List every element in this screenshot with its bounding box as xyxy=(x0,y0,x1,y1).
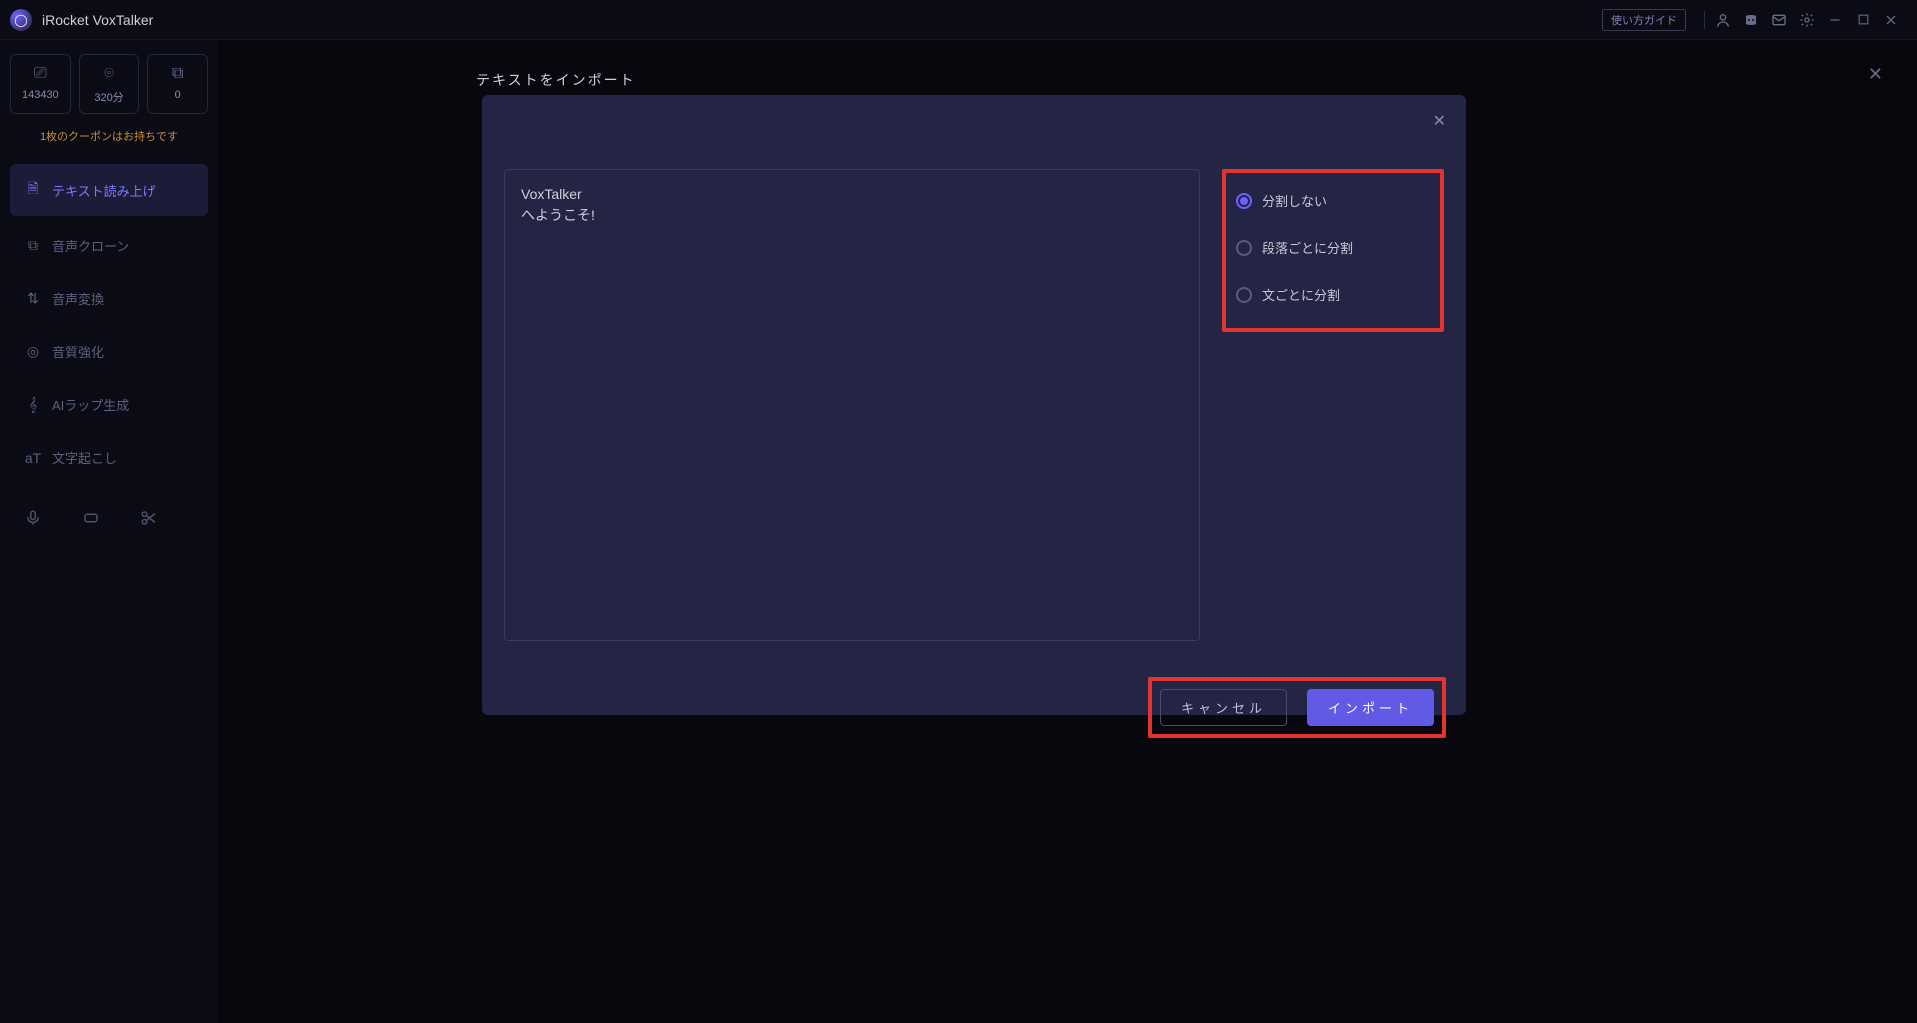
stat-chars-icon: ⎚ xyxy=(15,65,66,83)
modal-close-outer-icon[interactable]: ✕ xyxy=(1868,64,1883,85)
import-text-modal: ✕ VoxTalker へようこそ! 分割しない 段落ごとに分割 xyxy=(482,95,1466,715)
minimize-icon[interactable] xyxy=(1821,6,1849,34)
main-area: テキストをインポート ✕ ✕ VoxTalker へようこそ! 分割しない 段落… xyxy=(218,40,1917,1023)
sidebar-item-transcribe[interactable]: aT 文字起こし xyxy=(10,434,208,481)
options-highlight-box: 分割しない 段落ごとに分割 文ごとに分割 xyxy=(1222,169,1444,332)
tts-icon: 🗎 xyxy=(24,178,42,202)
radio-no-split[interactable]: 分割しない xyxy=(1232,177,1434,224)
titlebar-separator xyxy=(1704,11,1705,29)
settings-icon[interactable] xyxy=(1793,6,1821,34)
mic-icon[interactable] xyxy=(24,509,42,532)
modal-title: テキストをインポート xyxy=(476,70,636,90)
stat-box-other[interactable]: ⧉ 0 xyxy=(147,54,208,114)
sidebar-item-tts[interactable]: 🗎 テキスト読み上げ xyxy=(10,164,208,216)
stat-other-icon: ⧉ xyxy=(152,65,203,83)
modal-footer: キャンセル インポート xyxy=(482,661,1466,758)
radio-split-paragraph[interactable]: 段落ごとに分割 xyxy=(1232,224,1434,271)
coupon-notice[interactable]: 1枚のクーポンはお持ちです xyxy=(10,120,208,158)
sidebar-item-label: AIラップ生成 xyxy=(52,395,129,414)
usage-guide-button[interactable]: 使い方ガイド xyxy=(1602,9,1686,31)
stat-other-value: 0 xyxy=(152,89,203,101)
loop-icon[interactable] xyxy=(82,509,100,532)
voice-clone-icon: ⧉ xyxy=(24,237,42,254)
stat-box-chars[interactable]: ⎚ 143430 xyxy=(10,54,71,114)
sidebar-item-label: 音声クローン xyxy=(52,236,129,255)
account-icon[interactable] xyxy=(1709,6,1737,34)
enhance-icon: ◎ xyxy=(24,343,42,360)
scissors-icon[interactable] xyxy=(140,509,158,532)
mini-tools-row xyxy=(10,509,208,532)
sidebar: ⎚ 143430 ⌾ 320分 ⧉ 0 1枚のクーポンはお持ちです 🗎 テキスト… xyxy=(0,40,218,1023)
app-title: iRocket VoxTalker xyxy=(42,12,153,28)
sidebar-item-ai-rap[interactable]: 𝄞 AIラップ生成 xyxy=(10,381,208,428)
sidebar-item-label: 音声変換 xyxy=(52,289,104,308)
discord-icon[interactable] xyxy=(1737,6,1765,34)
radio-label: 段落ごとに分割 xyxy=(1262,238,1353,257)
radio-icon xyxy=(1236,193,1252,209)
stat-box-minutes[interactable]: ⌾ 320分 xyxy=(79,54,140,114)
radio-split-sentence[interactable]: 文ごとに分割 xyxy=(1232,271,1434,318)
sidebar-item-enhance[interactable]: ◎ 音質強化 xyxy=(10,328,208,375)
import-button[interactable]: インポート xyxy=(1307,689,1434,726)
radio-label: 文ごとに分割 xyxy=(1262,285,1340,304)
sidebar-item-label: 音質強化 xyxy=(52,342,104,361)
sidebar-item-label: テキスト読み上げ xyxy=(52,181,156,200)
cancel-button[interactable]: キャンセル xyxy=(1160,689,1287,726)
transcribe-icon: aT xyxy=(24,450,42,466)
titlebar: ◯ iRocket VoxTalker 使い方ガイド xyxy=(0,0,1917,40)
stat-minutes-value: 320分 xyxy=(84,89,135,105)
app-logo-icon: ◯ xyxy=(10,9,32,31)
sidebar-item-voice-convert[interactable]: ⇅ 音声変換 xyxy=(10,275,208,322)
ai-rap-icon: 𝄞 xyxy=(24,396,42,413)
stat-minutes-icon: ⌾ xyxy=(84,65,135,83)
split-options: 分割しない 段落ごとに分割 文ごとに分割 xyxy=(1222,169,1444,641)
stat-row: ⎚ 143430 ⌾ 320分 ⧉ 0 xyxy=(10,54,208,114)
modal-body: VoxTalker へようこそ! 分割しない 段落ごとに分割 xyxy=(482,95,1466,661)
maximize-icon[interactable] xyxy=(1849,6,1877,34)
sidebar-item-label: 文字起こし xyxy=(52,448,117,467)
radio-icon xyxy=(1236,287,1252,303)
stat-chars-value: 143430 xyxy=(15,89,66,101)
close-window-icon[interactable] xyxy=(1877,6,1905,34)
radio-label: 分割しない xyxy=(1262,191,1327,210)
import-text-input[interactable]: VoxTalker へようこそ! xyxy=(504,169,1200,641)
mail-icon[interactable] xyxy=(1765,6,1793,34)
modal-close-icon[interactable]: ✕ xyxy=(1433,111,1446,131)
voice-convert-icon: ⇅ xyxy=(24,290,42,307)
footer-highlight-box: キャンセル インポート xyxy=(1148,677,1446,738)
radio-icon xyxy=(1236,240,1252,256)
sidebar-item-voice-clone[interactable]: ⧉ 音声クローン xyxy=(10,222,208,269)
